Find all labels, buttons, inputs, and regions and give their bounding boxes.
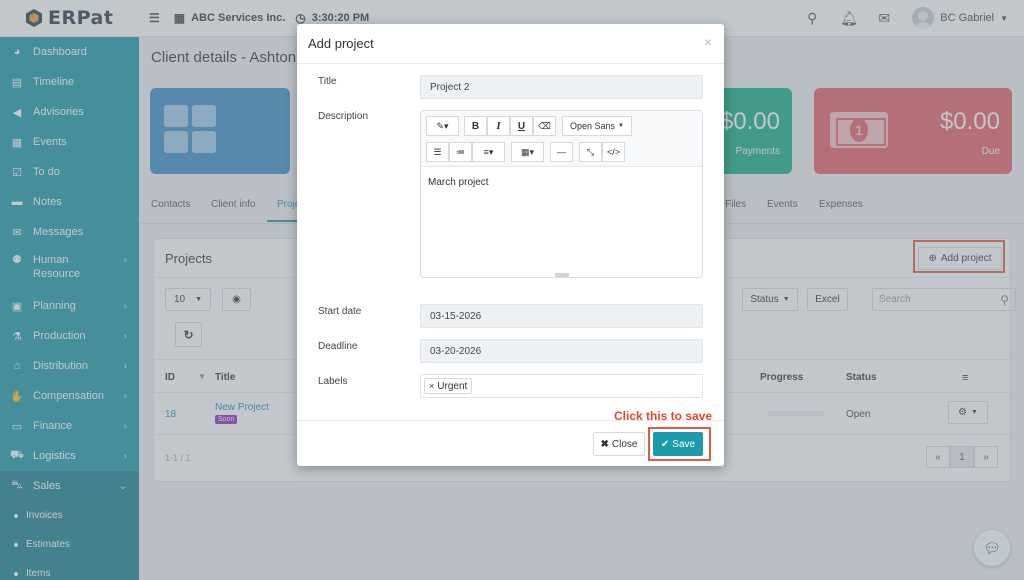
close-x-icon: ✖	[600, 438, 609, 450]
italic-button[interactable]: I	[487, 116, 510, 136]
description-text[interactable]: March project	[428, 177, 489, 188]
description-editor: ✎▾ B I U ⌫ Open Sans ▼ ☰ ≔ ≡▾ ▦▾ — ⤡ </> …	[420, 110, 703, 278]
save-highlight	[648, 427, 711, 461]
labels-label: Labels	[318, 376, 348, 387]
horizontal-rule-icon[interactable]: —	[550, 142, 573, 162]
resize-handle[interactable]	[555, 273, 569, 277]
labels-input[interactable]: × Urgent	[420, 374, 703, 398]
table-icon[interactable]: ▦▾	[511, 142, 544, 162]
divider	[297, 63, 724, 64]
font-family-select[interactable]: Open Sans ▼	[562, 116, 632, 136]
fullscreen-icon[interactable]: ⤡	[579, 142, 602, 162]
remove-tag-icon[interactable]: ×	[429, 381, 434, 391]
close-icon[interactable]: ×	[704, 34, 712, 50]
close-button[interactable]: ✖ Close	[593, 432, 645, 456]
code-view-icon[interactable]: </>	[602, 142, 625, 162]
bold-button[interactable]: B	[464, 116, 487, 136]
divider	[297, 420, 724, 421]
deadline-label: Deadline	[318, 341, 358, 352]
ordered-list-icon[interactable]: ≔	[449, 142, 472, 162]
unordered-list-icon[interactable]: ☰	[426, 142, 449, 162]
add-project-modal: Add project × Title Project 2 Descriptio…	[297, 24, 724, 466]
start-date-input[interactable]: 03-15-2026	[420, 304, 703, 328]
label-tag: × Urgent	[424, 378, 473, 394]
align-icon[interactable]: ≡▾	[472, 142, 505, 162]
eraser-icon[interactable]: ⌫	[533, 116, 556, 136]
deadline-input[interactable]: 03-20-2026	[420, 339, 703, 363]
editor-toolbar: ✎▾ B I U ⌫ Open Sans ▼ ☰ ≔ ≡▾ ▦▾ — ⤡ </>	[421, 111, 702, 167]
title-input[interactable]: Project 2	[420, 75, 703, 99]
start-date-label: Start date	[318, 306, 362, 317]
description-label: Description	[318, 111, 369, 122]
caret-down-icon: ▼	[618, 123, 624, 129]
title-label: Title	[318, 76, 337, 87]
magic-wand-icon[interactable]: ✎▾	[426, 116, 459, 136]
underline-button[interactable]: U	[510, 116, 533, 136]
modal-title: Add project	[308, 36, 374, 51]
